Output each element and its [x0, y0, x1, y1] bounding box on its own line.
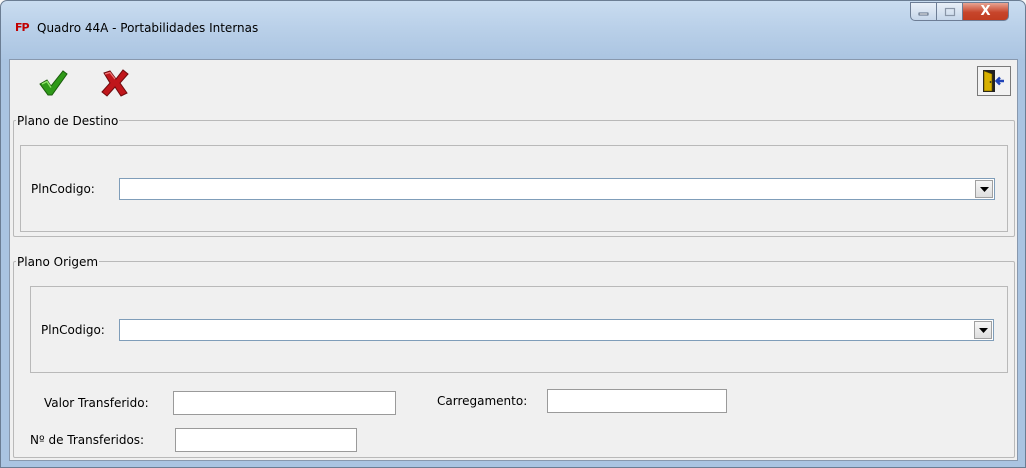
destino-dropdown-button[interactable] [975, 180, 993, 198]
carregamento-label: Carregamento: [437, 394, 528, 408]
cancel-button[interactable] [98, 66, 132, 100]
plano-origem-panel: PlnCodigo: [30, 286, 1008, 373]
green-check-icon [39, 70, 68, 96]
close-icon: X [980, 4, 991, 19]
plano-origem-legend: Plano Origem [16, 255, 100, 269]
maximize-button[interactable] [937, 2, 963, 21]
form-client-area: Plano de Destino PlnCodigo: Plano Origem… [9, 59, 1018, 461]
window-controls: X [910, 2, 1009, 22]
origem-dropdown-button[interactable] [974, 321, 992, 339]
window-title: Quadro 44A - Portabilidades Internas [37, 21, 259, 35]
valor-transferido-label: Valor Transferido: [44, 396, 149, 410]
title-bar[interactable]: FP Quadro 44A - Portabilidades Internas … [1, 1, 1025, 59]
num-transferidos-input[interactable] [175, 428, 357, 452]
chevron-down-icon [979, 186, 989, 192]
valor-transferido-input[interactable] [173, 391, 396, 415]
maximize-icon [944, 7, 955, 16]
origem-plncodigo-combo[interactable] [119, 319, 994, 341]
exit-door-icon [983, 70, 1004, 92]
toolbar [10, 60, 1017, 110]
origem-plncodigo-label: PlnCodigo: [41, 323, 105, 337]
destino-plncodigo-label: PlnCodigo: [31, 182, 95, 196]
confirm-button[interactable] [36, 66, 70, 100]
app-window: FP Quadro 44A - Portabilidades Internas … [0, 0, 1026, 468]
carregamento-input[interactable] [547, 389, 727, 413]
fp-app-icon[interactable]: FP [15, 20, 33, 36]
plano-destino-group: Plano de Destino PlnCodigo: [13, 114, 1015, 237]
plano-destino-panel: PlnCodigo: [20, 145, 1008, 232]
minimize-icon [918, 12, 928, 15]
minimize-button[interactable] [910, 2, 937, 21]
destino-plncodigo-combo[interactable] [119, 178, 995, 200]
close-button[interactable]: X [963, 2, 1009, 21]
plano-origem-group: Plano Origem PlnCodigo: Valor Transferid… [13, 255, 1015, 458]
red-x-icon [101, 69, 129, 97]
plano-destino-legend: Plano de Destino [16, 114, 120, 128]
chevron-down-icon [978, 327, 988, 333]
exit-button[interactable] [977, 66, 1011, 96]
num-transferidos-label: Nº de Transferidos: [30, 433, 145, 447]
